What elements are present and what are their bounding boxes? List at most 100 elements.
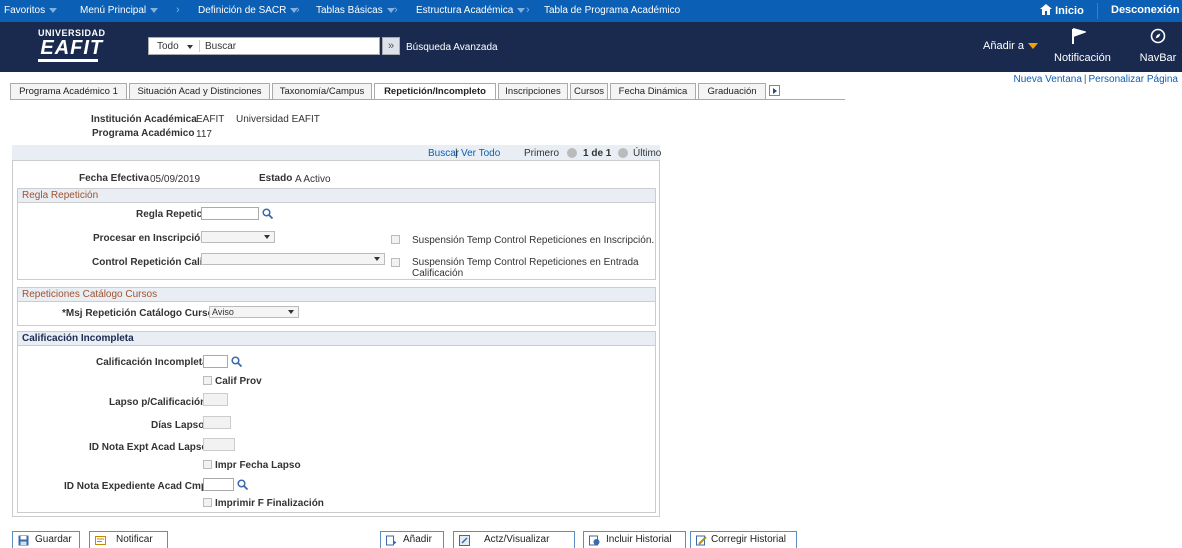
personalize-page-link[interactable]: Personalizar Página: [1089, 74, 1179, 85]
tab-enrollment[interactable]: Inscripciones: [498, 83, 568, 100]
status-value: A Activo: [295, 174, 331, 185]
lapse-grade-input[interactable]: [203, 393, 228, 406]
update-display-label: Actz/Visualizar: [484, 534, 550, 545]
home-link[interactable]: Inicio: [1040, 4, 1084, 17]
catalog-msg-value: Aviso: [212, 307, 234, 317]
breadcrumb-label: Definición de SACR: [198, 5, 287, 16]
main-menu-label: Menú Principal: [80, 5, 147, 16]
search-input[interactable]: Buscar: [205, 41, 236, 52]
lookup-icon[interactable]: [262, 208, 273, 219]
add-to-label: Añadir a: [983, 40, 1024, 52]
tab-courses[interactable]: Cursos: [570, 83, 608, 100]
favorites-menu[interactable]: Favoritos: [4, 5, 58, 16]
catalog-repeat-section: Repeticiones Catálogo Cursos: [17, 287, 656, 326]
search-scope-select[interactable]: Todo: [157, 41, 179, 52]
print-end-checkbox[interactable]: [203, 498, 212, 507]
tab-dynamic-date[interactable]: Fecha Dinámica: [610, 83, 696, 100]
navbar-button[interactable]: NavBar: [1136, 28, 1180, 64]
search-divider: [199, 40, 200, 52]
program-value: 117: [196, 129, 212, 140]
suspend-grade-label-line2: Calificación: [412, 268, 464, 279]
view-all-link[interactable]: Ver Todo: [461, 148, 500, 159]
search-go-button[interactable]: »: [382, 37, 400, 55]
prov-grade-checkbox[interactable]: [203, 376, 212, 385]
logout-link[interactable]: Desconexión: [1111, 4, 1179, 16]
save-disk-icon: [18, 535, 29, 546]
include-history-button[interactable]: Incluir Historial: [583, 531, 686, 548]
save-button[interactable]: Guardar: [12, 531, 80, 548]
correct-history-button[interactable]: Corregir Historial: [690, 531, 797, 548]
effective-date-label: Fecha Efectiva: [79, 173, 150, 184]
last-label[interactable]: Último: [633, 148, 661, 159]
notification-button[interactable]: Notificación: [1054, 28, 1111, 64]
tab-repeat-incomplete[interactable]: Repetición/Incompleto: [374, 83, 496, 100]
print-lapse-label: Impr Fecha Lapso: [215, 460, 301, 471]
main-menu[interactable]: Menú Principal: [80, 5, 159, 16]
save-label: Guardar: [35, 534, 72, 545]
add-button[interactable]: Añadir: [380, 531, 444, 548]
page-counter: 1 de 1: [583, 148, 612, 159]
tab-taxonomy-campus[interactable]: Taxonomía/Campus: [272, 83, 372, 100]
update-display-button[interactable]: Actz/Visualizar: [453, 531, 575, 548]
new-window-link[interactable]: Nueva Ventana: [1014, 74, 1082, 85]
lapse-days-input[interactable]: [203, 416, 231, 429]
add-to-menu[interactable]: Añadir a: [983, 40, 1038, 52]
print-lapse-checkbox[interactable]: [203, 460, 212, 469]
tab-graduation[interactable]: Graduación: [698, 83, 766, 100]
process-enroll-select[interactable]: [201, 231, 275, 243]
suspend-enroll-label: Suspensión Temp Control Repeticiones en …: [412, 235, 655, 246]
suspend-enroll-checkbox[interactable]: [391, 235, 400, 244]
top-navigation-bar: Favoritos Menú Principal › Definición de…: [0, 0, 1182, 22]
breadcrumb-separator-icon: ›: [526, 4, 530, 16]
next-arrow-icon[interactable]: [618, 148, 628, 158]
tabs-next-arrow-icon[interactable]: [769, 85, 780, 96]
first-label[interactable]: Primero: [524, 148, 559, 159]
compass-icon: [1150, 28, 1166, 44]
breadcrumb-basic-tables[interactable]: Tablas Básicas: [316, 5, 395, 16]
logo-main-text: EAFIT: [40, 37, 104, 59]
grade-control-label: Control Repetición Calif: [92, 257, 206, 268]
previous-arrow-icon[interactable]: [567, 148, 577, 158]
catalog-msg-select[interactable]: Aviso: [209, 306, 299, 318]
nav-separator: |: [455, 148, 458, 159]
incomplete-grade-input[interactable]: [203, 355, 228, 368]
note-lapse-input[interactable]: [203, 438, 235, 451]
repeat-rule-title: Regla Repetición: [18, 189, 655, 203]
double-chevron-right-icon: »: [387, 40, 395, 52]
lookup-icon[interactable]: [231, 356, 242, 367]
catalog-repeat-title: Repeticiones Catálogo Cursos: [18, 288, 655, 302]
incomplete-grade-label: Calificación Incompleta: [96, 357, 208, 368]
add-row-icon: [386, 535, 397, 546]
lapse-days-label: Días Lapso: [151, 420, 205, 431]
navbar-label: NavBar: [1139, 52, 1177, 64]
breadcrumb-separator-icon: ›: [296, 4, 300, 16]
breadcrumb-academic-structure[interactable]: Estructura Académica: [416, 5, 526, 16]
lookup-icon[interactable]: [237, 479, 248, 490]
notify-button[interactable]: Notificar: [89, 531, 168, 548]
program-label: Programa Académico: [92, 128, 195, 139]
scroll-navigation-bar: Buscar | Ver Todo Primero 1 de 1 Último: [12, 145, 661, 161]
prov-grade-label: Calif Prov: [215, 376, 262, 387]
repeat-rule-input[interactable]: [201, 207, 259, 220]
correct-history-label: Corregir Historial: [711, 534, 787, 545]
advanced-search-link[interactable]: Búsqueda Avanzada: [406, 42, 498, 53]
suspend-grade-checkbox[interactable]: [391, 258, 400, 267]
add-label: Añadir: [403, 534, 432, 545]
triangle-down-icon: [1027, 43, 1038, 50]
grade-control-select[interactable]: [201, 253, 385, 265]
notify-label: Notificar: [116, 534, 153, 545]
eafit-logo[interactable]: UNIVERSIDAD EAFIT: [38, 28, 106, 62]
breadcrumb-program-table[interactable]: Tabla de Programa Académico: [544, 5, 680, 16]
breadcrumb-separator-icon: ›: [176, 4, 180, 16]
breadcrumb-sacr[interactable]: Definición de SACR: [198, 5, 299, 16]
update-display-icon: [459, 535, 470, 546]
link-separator: |: [1083, 74, 1087, 85]
chevron-down-icon: [517, 7, 526, 13]
home-label: Inicio: [1055, 5, 1084, 17]
tab-academic-standing[interactable]: Situación Acad y Distinciones: [129, 83, 270, 100]
institution-code: EAFIT: [196, 114, 225, 125]
institution-label: Institución Académica: [91, 114, 197, 125]
logo-underline: [38, 59, 98, 62]
note-complete-input[interactable]: [203, 478, 234, 491]
tab-academic-program[interactable]: Programa Académico 1: [10, 83, 127, 100]
